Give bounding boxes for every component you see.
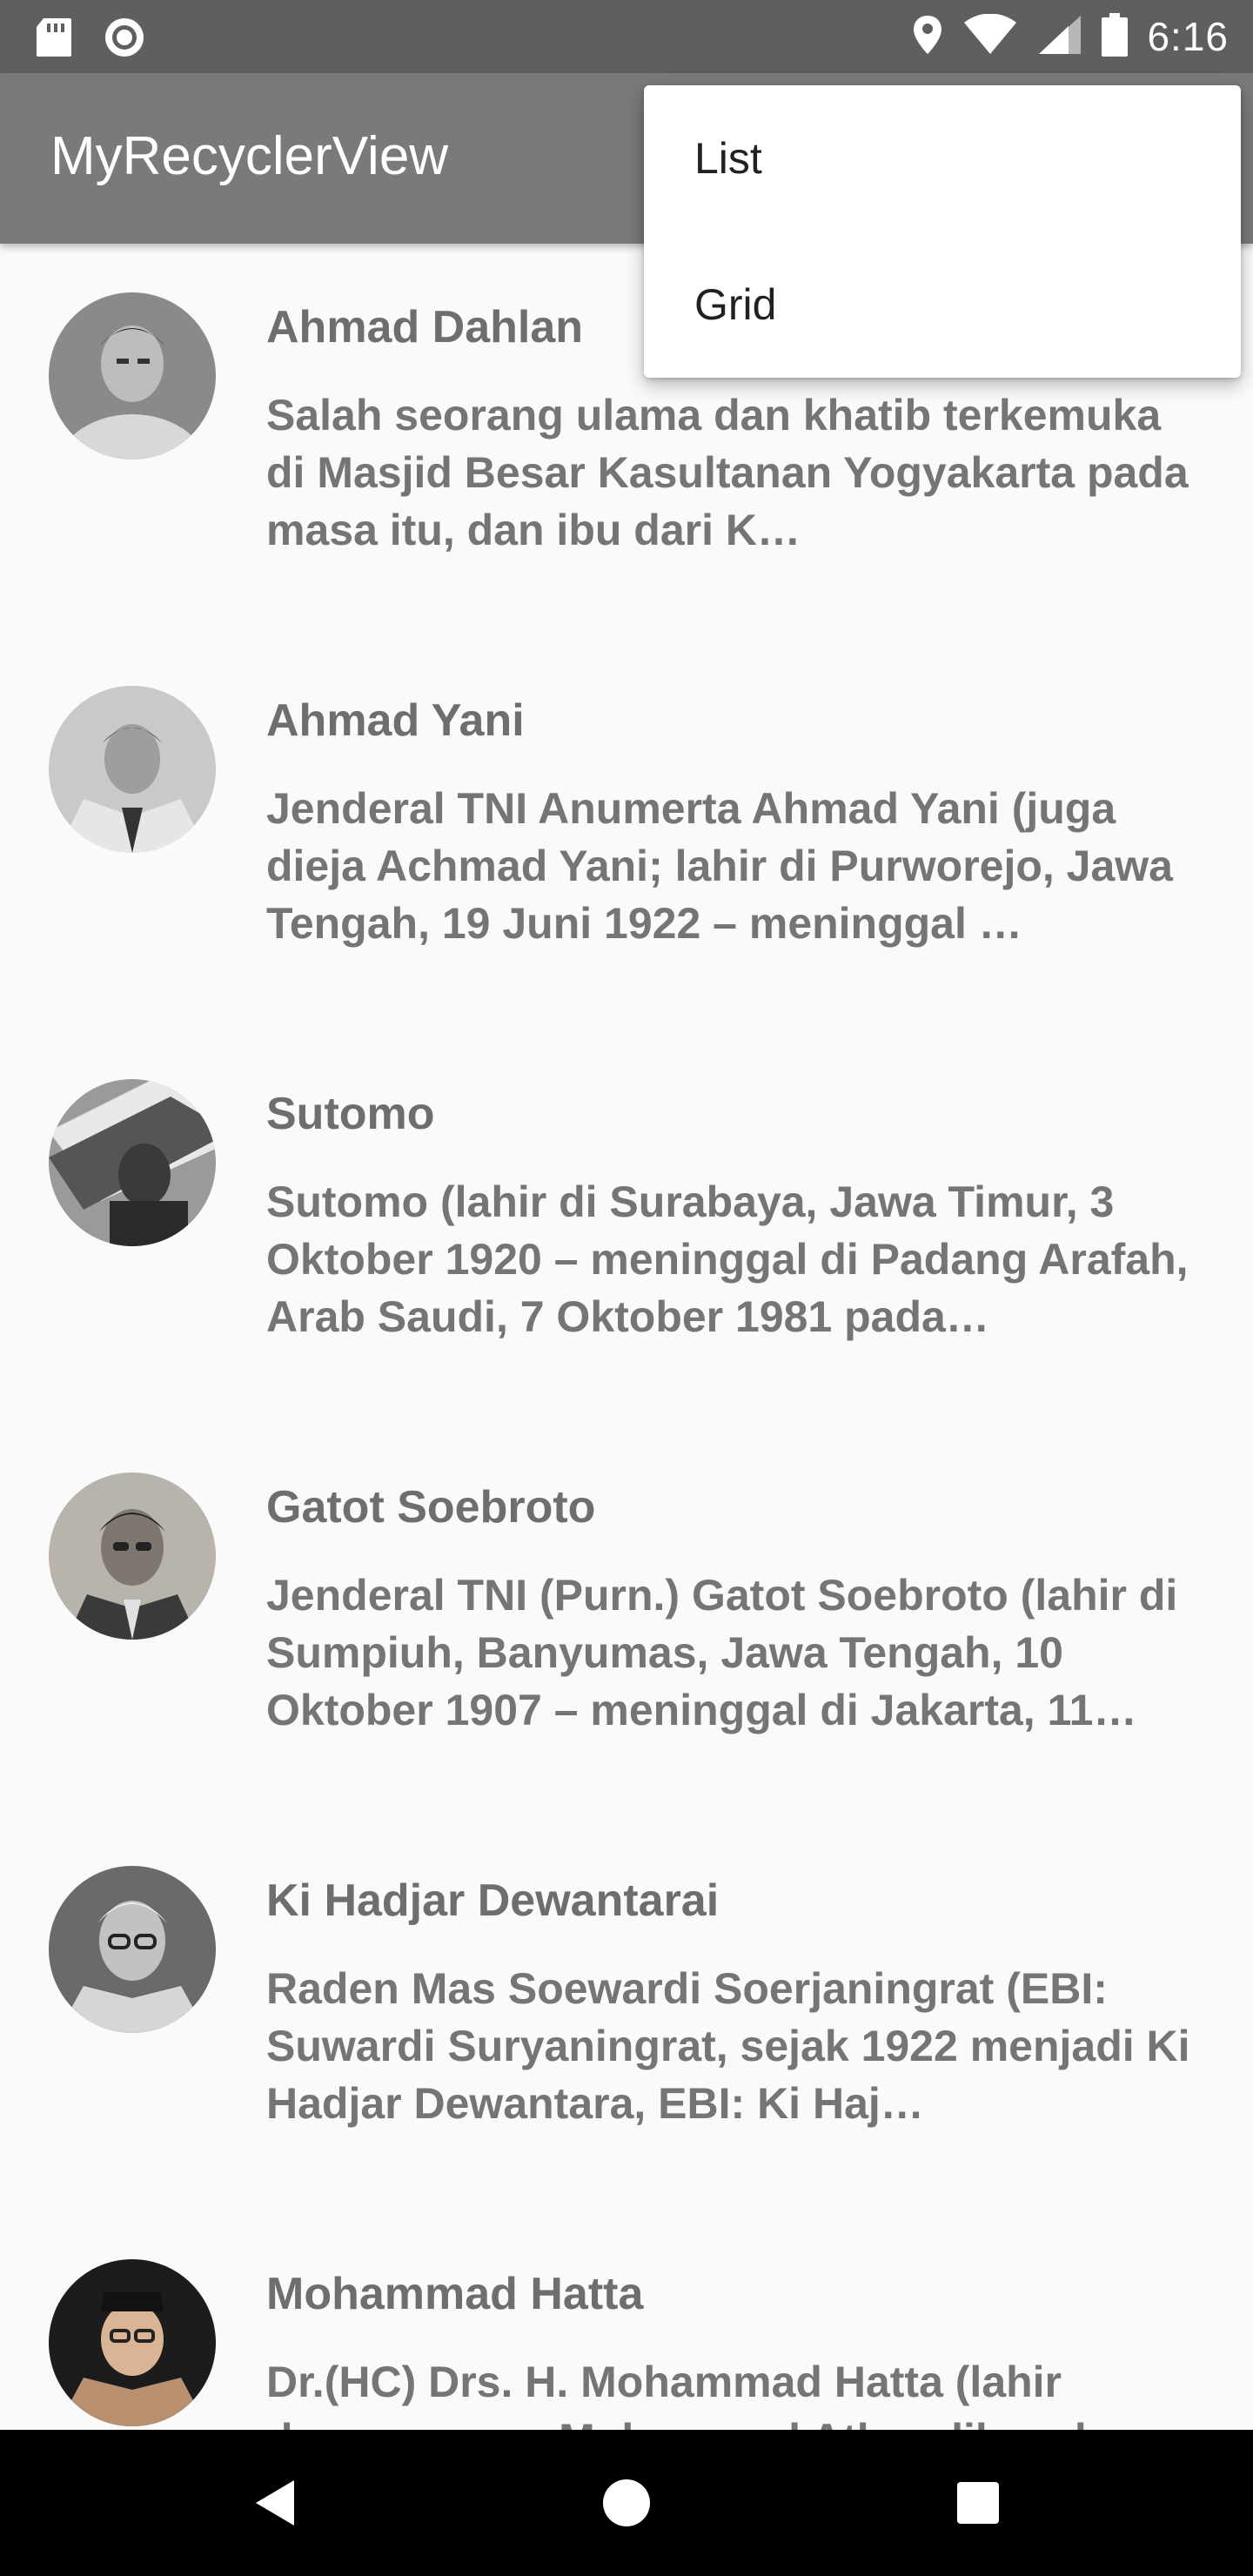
home-button[interactable]	[574, 2451, 679, 2555]
back-button[interactable]	[223, 2451, 327, 2555]
back-icon	[256, 2480, 294, 2526]
item-description: Salah seorang ulama dan khatib terkemuka…	[266, 391, 1189, 554]
menu-item-label: Grid	[694, 280, 777, 329]
item-name: Gatot Soebroto	[266, 1482, 596, 1533]
status-bar-right: 6:16	[912, 0, 1229, 73]
status-bar: 6:16	[0, 0, 1253, 73]
wifi-icon	[962, 13, 1018, 60]
list-item[interactable]: Mohammad Hatta Dr.(HC) Drs. H. Mohammad …	[0, 2210, 1253, 2430]
recents-icon	[957, 2482, 999, 2524]
signal-icon	[1037, 14, 1082, 60]
avatar	[49, 1079, 216, 1246]
item-description: Sutomo (lahir di Surabaya, Jawa Timur, 3…	[266, 1177, 1189, 1341]
list-item[interactable]: Ahmad Yani Jenderal TNI Anumerta Ahmad Y…	[0, 637, 1253, 1030]
item-name: Ahmad Dahlan	[266, 302, 584, 352]
battery-icon	[1102, 12, 1129, 61]
item-name: Sutomo	[266, 1089, 435, 1139]
home-icon	[603, 2479, 650, 2526]
item-name: Ki Hadjar Dewantarai	[266, 1875, 720, 1926]
item-description: Raden Mas Soewardi Soerjaningrat (EBI: S…	[266, 1964, 1190, 2128]
menu-item-label: List	[694, 134, 762, 183]
overflow-menu: List Grid	[644, 85, 1241, 378]
list-item[interactable]: Ki Hadjar Dewantarai Raden Mas Soewardi …	[0, 1817, 1253, 2210]
record-icon	[103, 16, 146, 64]
list-item[interactable]: Gatot Soebroto Jenderal TNI (Purn.) Gato…	[0, 1424, 1253, 1817]
sd-card-icon	[35, 17, 73, 63]
avatar	[49, 1472, 216, 1640]
status-time: 6:16	[1147, 14, 1229, 59]
recents-button[interactable]	[926, 2451, 1030, 2555]
hero-list[interactable]: Ahmad Dahlan Salah seorang ulama dan kha…	[0, 244, 1253, 2430]
item-name: Ahmad Yani	[266, 695, 525, 746]
item-description: Jenderal TNI Anumerta Ahmad Yani (juga d…	[266, 784, 1173, 948]
avatar	[49, 2259, 216, 2426]
app-title: MyRecyclerView	[50, 126, 449, 186]
navigation-bar	[0, 2430, 1253, 2576]
menu-item-grid[interactable]: Grid	[644, 231, 1241, 378]
avatar	[49, 686, 216, 853]
item-description: Jenderal TNI (Purn.) Gatot Soebroto (lah…	[266, 1571, 1178, 1734]
avatar	[49, 1866, 216, 2033]
avatar	[49, 292, 216, 460]
status-bar-left	[35, 16, 146, 64]
item-name: Mohammad Hatta	[266, 2269, 644, 2319]
screen: 6:16 MyRecyclerView List Grid Ahmad Dahl…	[0, 0, 1253, 2576]
location-icon	[912, 14, 943, 60]
item-description: Dr.(HC) Drs. H. Mohammad Hatta (lahir de…	[266, 2358, 1130, 2430]
list-item[interactable]: Sutomo Sutomo (lahir di Surabaya, Jawa T…	[0, 1030, 1253, 1424]
menu-item-list[interactable]: List	[644, 85, 1241, 231]
